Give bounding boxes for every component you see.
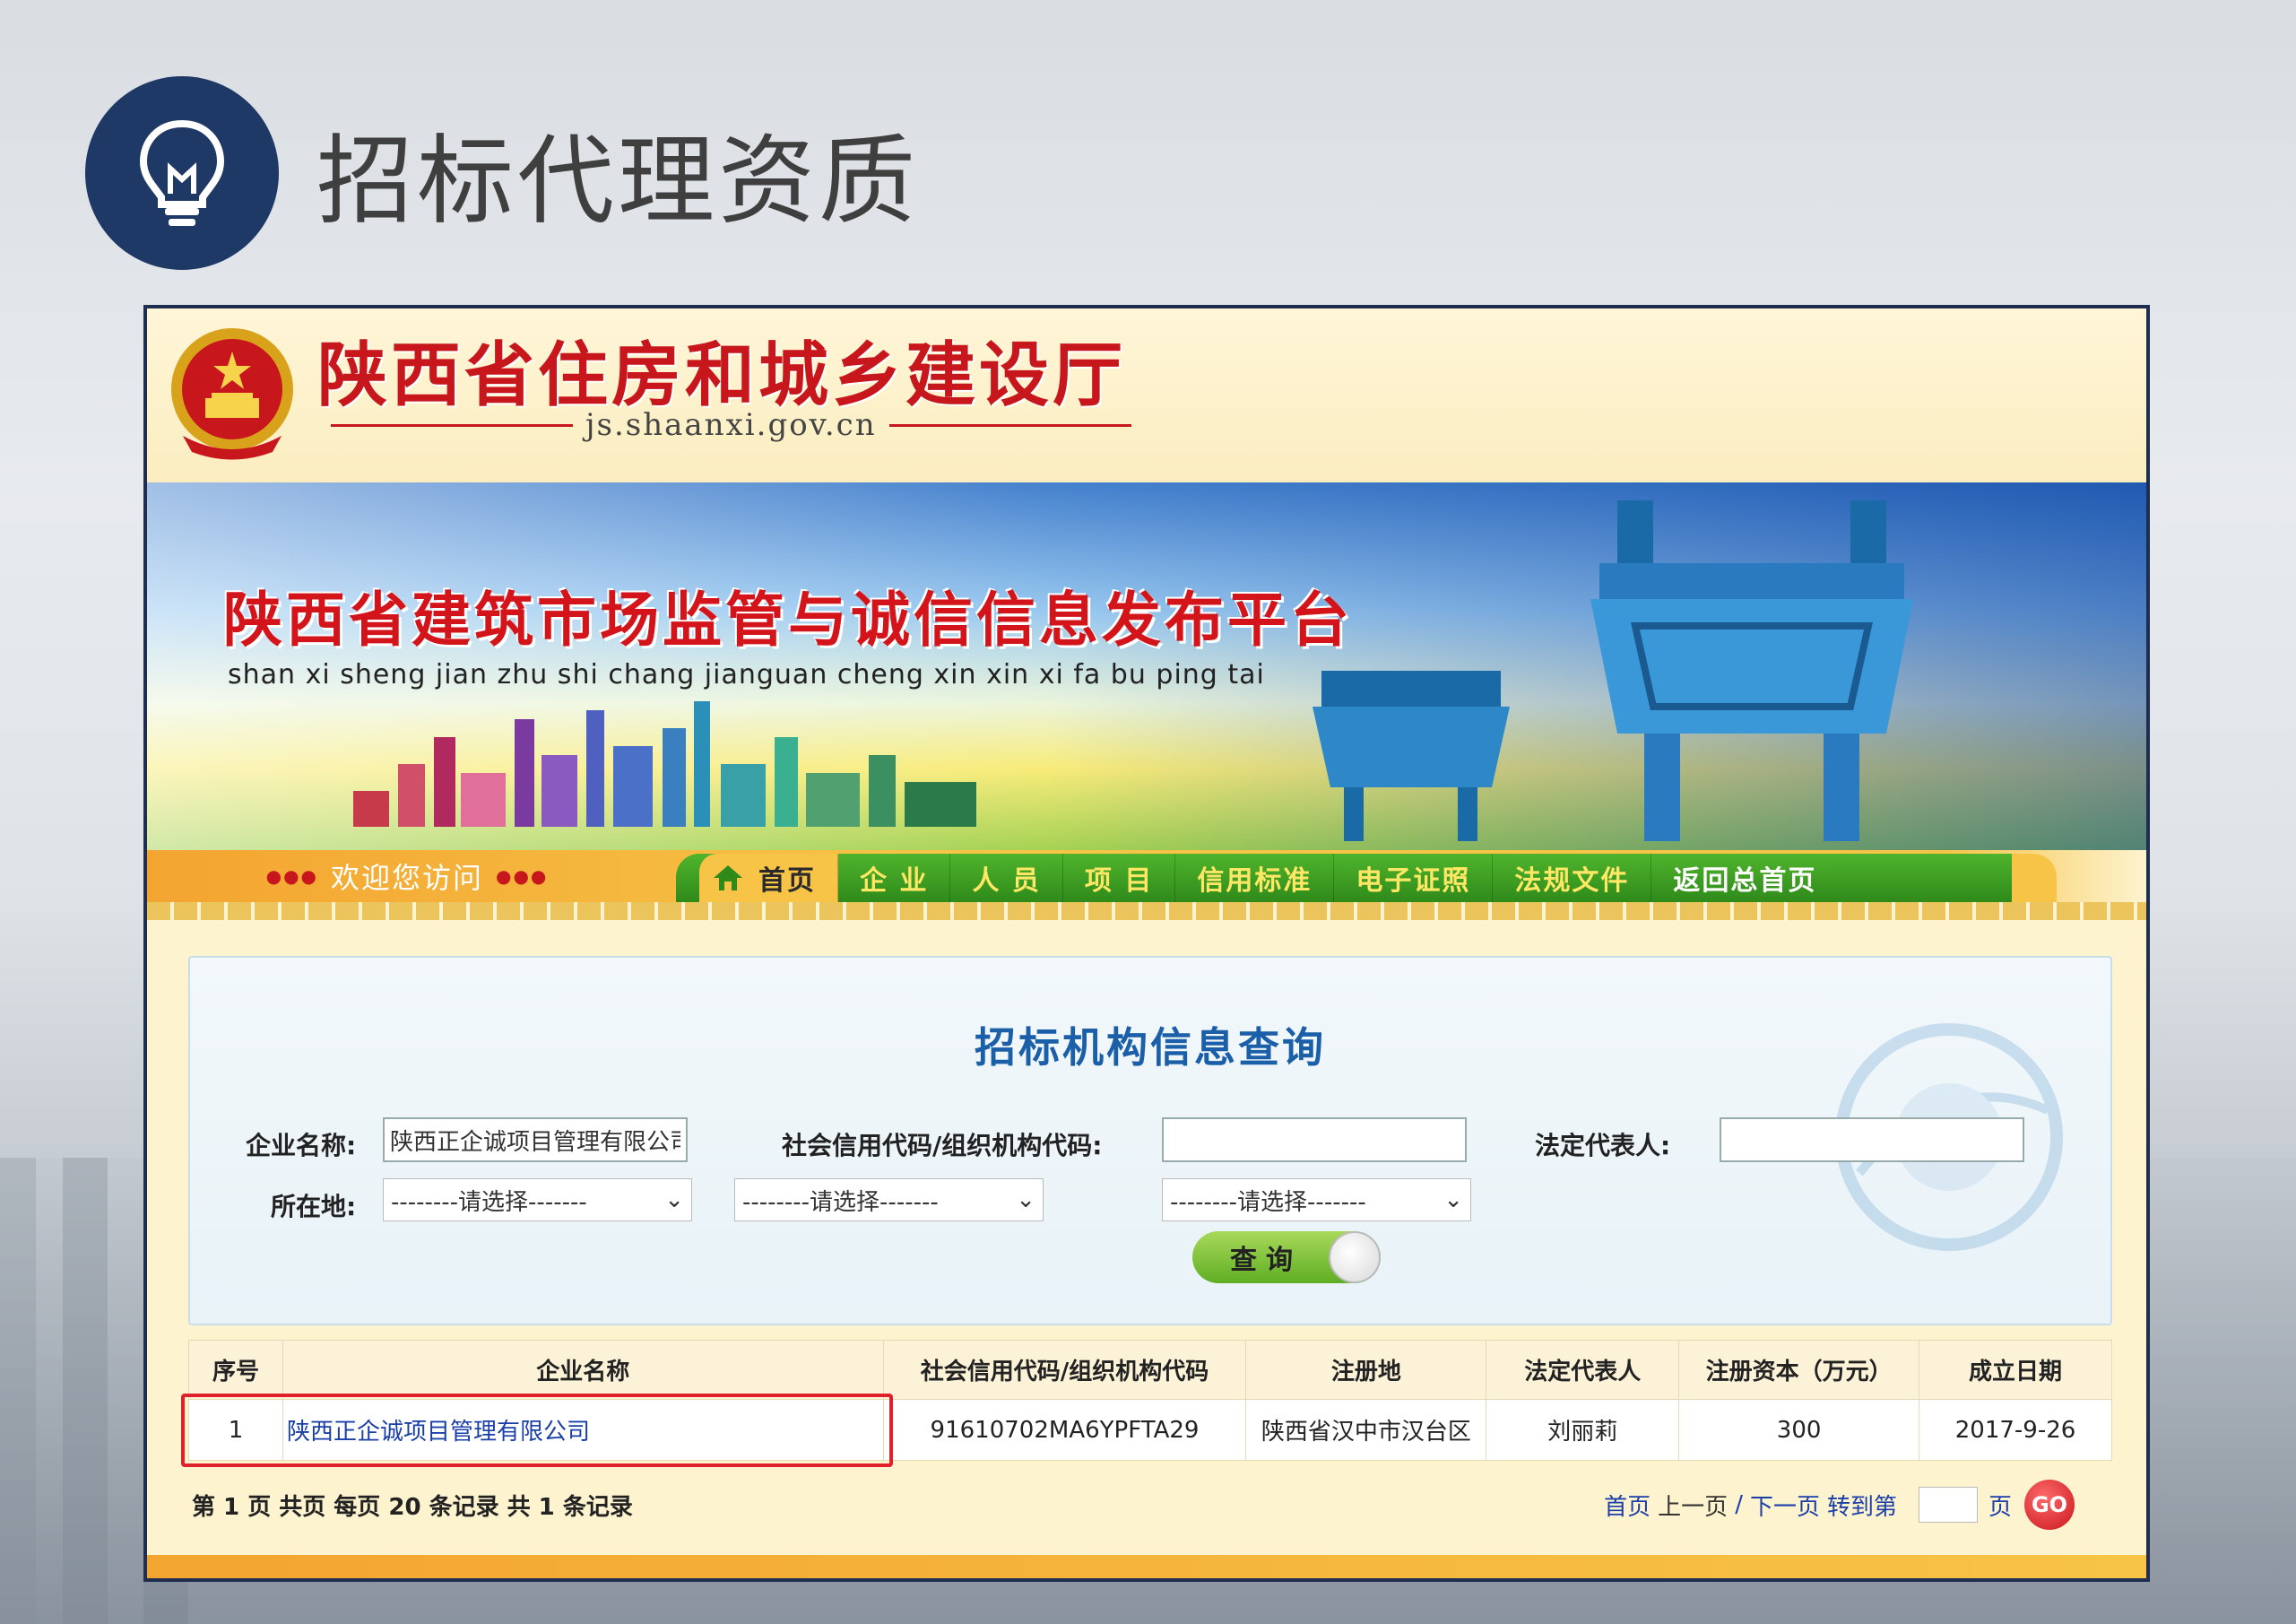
nav-e-certificates[interactable]: 电子证照: [1334, 854, 1494, 902]
banner-pinyin: shan xi sheng jian zhu shi chang jiangua…: [228, 659, 1265, 690]
national-emblem-icon: [171, 328, 293, 460]
nav-return-main[interactable]: 返回总首页: [1651, 854, 1838, 902]
col-header-legal-rep: 法定代表人: [1486, 1340, 1680, 1400]
slide-header: 招标代理资质: [85, 76, 919, 270]
banner: 陕西省建筑市场监管与诚信信息发布平台 shan xi sheng jian zh…: [147, 482, 2146, 850]
welcome-banner: ●●● 欢迎您访问 ●●●: [147, 850, 667, 902]
decorative-dots-icon: ●●●: [496, 865, 549, 887]
lightbulb-icon: [139, 119, 225, 226]
nav-projects[interactable]: 项 目: [1063, 854, 1176, 902]
district-select[interactable]: --------请选择------- ⌄: [1162, 1178, 1471, 1221]
site-header: 陕西省住房和城乡建设厅 js.shaanxi.gov.cn: [147, 308, 2146, 482]
pager-controls: 首页 上一页 / 下一页 转到第 页 GO: [1600, 1480, 2075, 1530]
province-select-value: --------请选择-------: [391, 1188, 587, 1216]
pager-next-link[interactable]: 下一页: [1750, 1489, 1820, 1522]
home-icon: [714, 865, 742, 890]
chevron-down-icon: ⌄: [1443, 1186, 1463, 1213]
query-title: 招标机构信息查询: [975, 1023, 1326, 1072]
city-select-value: --------请选择-------: [742, 1188, 939, 1216]
pager-prev-link[interactable]: 上一页: [1658, 1489, 1728, 1522]
query-panel: 招标机构信息查询 企业名称: 社会信用代码/组织机构代码: 法定代表人: 所在地…: [188, 956, 2112, 1325]
cell-legal-rep: 刘丽莉: [1486, 1399, 1680, 1461]
site-url: js.shaanxi.gov.cn: [585, 407, 877, 443]
pager-page-unit: 页: [1988, 1493, 2012, 1521]
query-button-label: 查询: [1230, 1245, 1302, 1276]
go-button[interactable]: GO: [2024, 1480, 2075, 1530]
credit-code-input[interactable]: [1162, 1117, 1467, 1162]
site-name: 陕西省住房和城乡建设厅: [317, 334, 1127, 416]
website-screenshot: 陕西省住房和城乡建设厅 js.shaanxi.gov.cn 陕西省建筑市场监管与…: [143, 305, 2150, 1582]
pager-separator: /: [1735, 1491, 1743, 1518]
nav-row: ●●● 欢迎您访问 ●●● 首页 企 业 人 员 项 目 信用标准 电子证照 法…: [147, 850, 2146, 902]
site-url-row: js.shaanxi.gov.cn: [331, 407, 1131, 443]
province-select[interactable]: --------请选择------- ⌄: [383, 1178, 692, 1221]
main-nav: 首页 企 业 人 员 项 目 信用标准 电子证照 法规文件 返回总首页: [676, 854, 2048, 902]
chevron-down-icon: ⌄: [664, 1186, 684, 1213]
highlight-annotation-box: [181, 1394, 893, 1467]
nav-end-cap: [2012, 854, 2057, 902]
cell-reg-place: 陕西省汉中市汉台区: [1245, 1399, 1487, 1461]
pager-goto-label: 转到第: [1826, 1493, 1897, 1521]
cell-capital: 300: [1678, 1399, 1920, 1461]
col-header-capital: 注册资本（万元）: [1678, 1340, 1920, 1400]
col-header-reg-place: 注册地: [1245, 1340, 1487, 1400]
company-name-input[interactable]: [383, 1117, 688, 1162]
nav-regulations[interactable]: 法规文件: [1493, 854, 1652, 902]
city-skyline-icon: [353, 701, 976, 827]
bronze-ding-icon: [1313, 671, 1510, 841]
page-number-input[interactable]: [1918, 1487, 1978, 1523]
pager-summary: 第 1 页 共页 每页 20 条记录 共 1 条记录: [192, 1494, 633, 1521]
decorative-pattern-strip: [147, 902, 2146, 920]
banner-title: 陕西省建筑市场监管与诚信信息发布平台: [223, 585, 1353, 655]
city-select[interactable]: --------请选择------- ⌄: [734, 1178, 1044, 1221]
nav-personnel[interactable]: 人 员: [950, 854, 1063, 902]
col-header-credit-code: 社会信用代码/组织机构代码: [882, 1340, 1247, 1400]
chevron-down-icon: ⌄: [1016, 1186, 1035, 1213]
nav-home[interactable]: 首页: [699, 854, 838, 902]
table-header-row: 序号 企业名称 社会信用代码/组织机构代码 注册地 法定代表人 注册资本（万元）…: [188, 1340, 2112, 1400]
cell-founded: 2017-9-26: [1919, 1399, 2112, 1461]
legal-rep-label: 法定代表人:: [1535, 1131, 1671, 1160]
query-button[interactable]: 查询: [1192, 1231, 1381, 1283]
pager-first-link[interactable]: 首页: [1604, 1489, 1651, 1522]
welcome-text: 欢迎您访问: [330, 861, 483, 895]
page-title: 招标代理资质: [316, 126, 920, 238]
nav-enterprise[interactable]: 企 业: [838, 854, 951, 902]
company-name-label: 企业名称:: [246, 1131, 357, 1160]
location-label: 所在地:: [271, 1192, 357, 1221]
footer-bar: [147, 1555, 2146, 1578]
divider: [331, 423, 573, 427]
col-header-company: 企业名称: [282, 1340, 884, 1400]
col-header-index: 序号: [188, 1340, 283, 1400]
nav-home-label: 首页: [758, 865, 816, 897]
toggle-knob-icon: [1329, 1231, 1381, 1283]
divider: [888, 423, 1131, 427]
legal-rep-input[interactable]: [1720, 1117, 2024, 1162]
decorative-dots-icon: ●●●: [265, 865, 318, 887]
bronze-ding-large-icon: [1590, 500, 1913, 841]
district-select-value: --------请选择-------: [1170, 1188, 1366, 1216]
nav-credit-standards[interactable]: 信用标准: [1175, 854, 1335, 902]
lightbulb-badge: [85, 76, 279, 270]
credit-code-label: 社会信用代码/组织机构代码:: [782, 1131, 1103, 1160]
cell-credit-code: 91610702MA6YPFTA29: [882, 1399, 1247, 1461]
col-header-founded: 成立日期: [1919, 1340, 2112, 1400]
